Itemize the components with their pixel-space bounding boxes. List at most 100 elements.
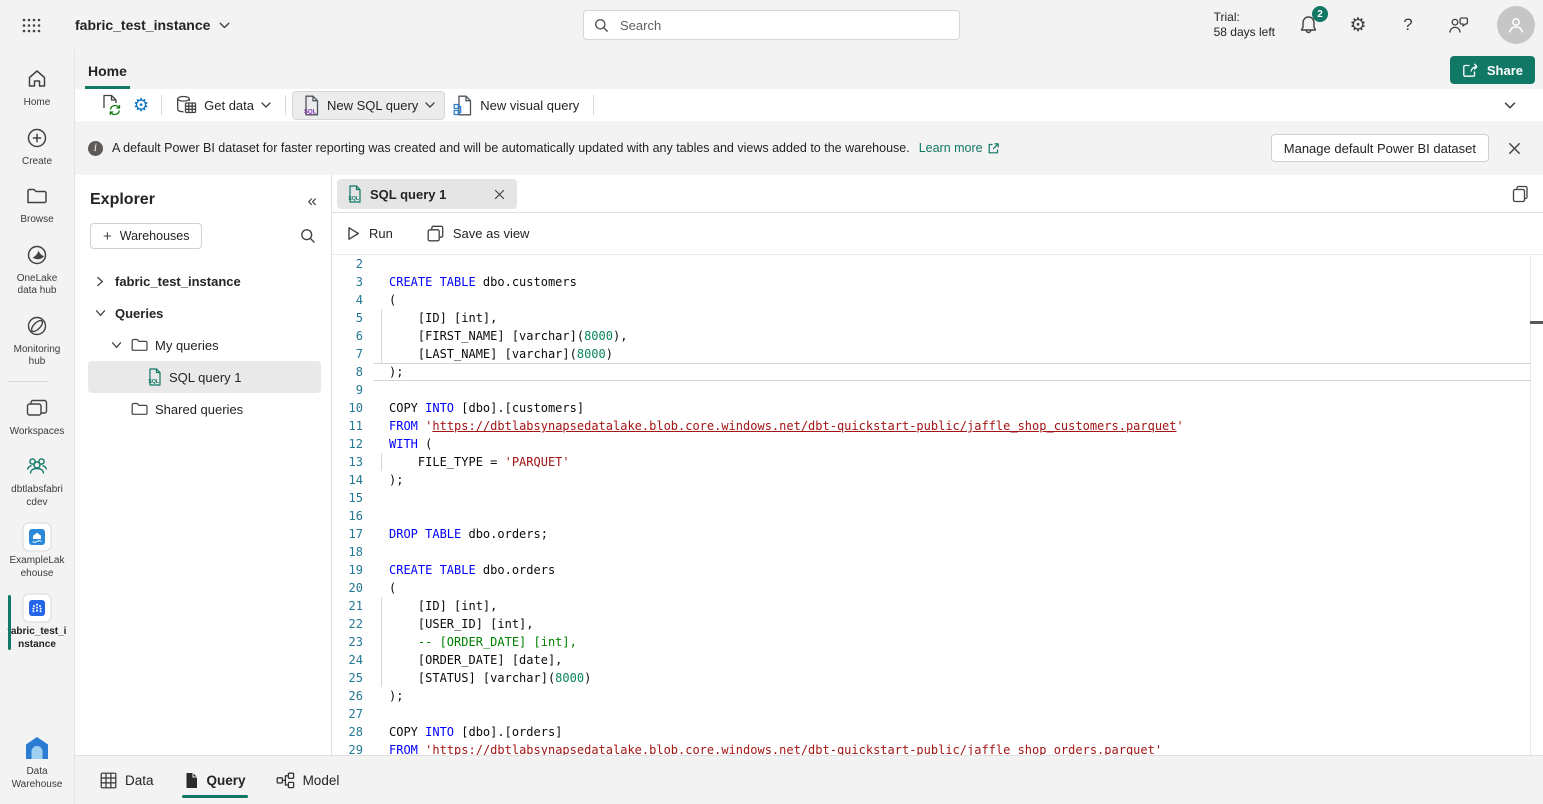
add-warehouses-button[interactable]: + Warehouses: [90, 223, 202, 249]
code-line-16[interactable]: 16: [332, 507, 1543, 525]
explorer-search-button[interactable]: [300, 228, 316, 244]
new-visual-query-label: New visual query: [480, 98, 579, 113]
code-line-10[interactable]: 10COPY INTO [dbo].[customers]: [332, 399, 1543, 417]
code-line-5[interactable]: 5 [ID] [int],: [332, 309, 1543, 327]
tab-sql-query-1[interactable]: SQL SQL query 1: [337, 179, 517, 209]
new-report-button[interactable]: [95, 91, 127, 119]
code-text: );: [389, 471, 403, 489]
gear-icon: ⚙: [1349, 16, 1366, 35]
line-number: 5: [332, 309, 363, 327]
code-line-29[interactable]: 29FROM 'https://dbtlabsynapsedatalake.bl…: [332, 741, 1543, 755]
sql-code-editor[interactable]: 23CREATE TABLE dbo.customers4(5 [ID] [in…: [332, 255, 1543, 755]
rail-item-data-warehouse[interactable]: DataWarehouse: [0, 727, 74, 798]
rail-item-workspaces[interactable]: Workspaces: [8, 387, 67, 446]
code-line-2[interactable]: 2: [332, 255, 1543, 273]
code-line-6[interactable]: 6 [FIRST_NAME] [varchar](8000),: [332, 327, 1543, 345]
view-tab-model[interactable]: Model: [276, 756, 340, 804]
lakehouse-tile-icon: [22, 524, 52, 550]
sql-file-icon: SQL: [147, 368, 162, 386]
workspace-switcher[interactable]: fabric_test_instance: [75, 17, 230, 33]
workspaces-icon: [26, 395, 48, 421]
code-text: [ORDER_DATE] [date],: [389, 651, 562, 669]
code-text: [FIRST_NAME] [varchar](8000),: [389, 327, 627, 345]
copy-button[interactable]: [1512, 185, 1529, 203]
feedback-button[interactable]: [1447, 14, 1469, 36]
settings-ribbon-button[interactable]: ⚙: [127, 93, 155, 117]
rail-item-browse[interactable]: Browse: [8, 175, 67, 234]
code-line-8[interactable]: 8);: [332, 363, 1543, 381]
waffle-menu-button[interactable]: [16, 10, 46, 40]
query-editor: SQL SQL query 1 Run Save as view: [332, 175, 1543, 755]
rail-item-label: ehouse: [21, 568, 54, 581]
tree-item-sql-query-1[interactable]: SQLSQL query 1: [88, 361, 321, 393]
learn-more-link[interactable]: Learn more: [919, 141, 1000, 155]
code-line-23[interactable]: 23 -- [ORDER_DATE] [int],: [332, 633, 1543, 651]
code-line-15[interactable]: 15: [332, 489, 1543, 507]
code-line-4[interactable]: 4(: [332, 291, 1543, 309]
code-line-22[interactable]: 22 [USER_ID] [int],: [332, 615, 1543, 633]
view-tab-label: Model: [303, 773, 340, 788]
rail-item-examplelakehouse[interactable]: ExampleLakehouse: [8, 516, 67, 587]
code-line-7[interactable]: 7 [LAST_NAME] [varchar](8000): [332, 345, 1543, 363]
code-line-12[interactable]: 12WITH (: [332, 435, 1543, 453]
line-number: 16: [332, 507, 363, 525]
code-line-3[interactable]: 3CREATE TABLE dbo.customers: [332, 273, 1543, 291]
new-sql-query-button[interactable]: SQL New SQL query: [292, 91, 445, 120]
code-line-28[interactable]: 28COPY INTO [dbo].[orders]: [332, 723, 1543, 741]
share-button[interactable]: Share: [1450, 56, 1535, 84]
collapse-panel-button[interactable]: «: [308, 192, 317, 209]
rail-item-onelake-data-hub[interactable]: OneLakedata hub: [8, 234, 67, 305]
rail-item-monitoring-hub[interactable]: Monitoringhub: [8, 305, 67, 376]
code-line-27[interactable]: 27: [332, 705, 1543, 723]
code-line-21[interactable]: 21 [ID] [int],: [332, 597, 1543, 615]
line-number: 18: [332, 543, 363, 561]
code-text: FROM 'https://dbtlabsynapsedatalake.blob…: [389, 741, 1162, 755]
scrollbar-thumb[interactable]: [1530, 321, 1543, 324]
search-input[interactable]: [618, 17, 949, 34]
rail-item-fabric-test-instance[interactable]: fabric_test_instance: [8, 587, 67, 658]
tree-item-fabric-test-instance[interactable]: fabric_test_instance: [88, 265, 321, 297]
code-line-14[interactable]: 14);: [332, 471, 1543, 489]
database-icon: [176, 95, 197, 115]
view-tab-query[interactable]: Query: [184, 756, 246, 804]
editor-tab-bar: SQL SQL query 1: [332, 175, 1543, 213]
rail-item-dbtlabsfabricdev[interactable]: dbtlabsfabricdev: [8, 445, 67, 516]
code-line-9[interactable]: 9: [332, 381, 1543, 399]
tree-item-my-queries[interactable]: My queries: [88, 329, 321, 361]
view-tab-data[interactable]: Data: [100, 756, 154, 804]
tab-home[interactable]: Home: [85, 57, 130, 89]
banner-close-button[interactable]: [1498, 142, 1530, 155]
code-line-25[interactable]: 25 [STATUS] [varchar](8000): [332, 669, 1543, 687]
rail-item-create[interactable]: Create: [8, 117, 67, 176]
help-button[interactable]: ?: [1397, 14, 1419, 36]
run-button[interactable]: Run: [347, 226, 393, 241]
trial-status: Trial: 58 days left: [1214, 10, 1275, 40]
new-visual-query-button[interactable]: New visual query: [445, 91, 587, 120]
tab-close-button[interactable]: [492, 187, 507, 202]
settings-button[interactable]: ⚙: [1347, 14, 1369, 36]
save-as-view-button[interactable]: Save as view: [427, 225, 530, 242]
code-line-18[interactable]: 18: [332, 543, 1543, 561]
chevron-down-icon[interactable]: [108, 341, 124, 349]
code-line-13[interactable]: 13 FILE_TYPE = 'PARQUET': [332, 453, 1543, 471]
tree-item-queries[interactable]: Queries: [88, 297, 321, 329]
manage-dataset-button[interactable]: Manage default Power BI dataset: [1271, 134, 1489, 162]
get-data-button[interactable]: Get data: [168, 91, 279, 119]
code-text: -- [ORDER_DATE] [int],: [389, 633, 577, 651]
notifications-button[interactable]: 2: [1297, 14, 1319, 36]
code-line-17[interactable]: 17DROP TABLE dbo.orders;: [332, 525, 1543, 543]
ribbon-collapse-button[interactable]: [1504, 102, 1516, 109]
chevron-right-icon[interactable]: [92, 276, 108, 287]
rail-item-label: hub: [29, 356, 46, 369]
code-line-11[interactable]: 11FROM 'https://dbtlabsynapsedatalake.bl…: [332, 417, 1543, 435]
code-line-20[interactable]: 20(: [332, 579, 1543, 597]
chevron-down-icon[interactable]: [92, 309, 108, 317]
code-line-26[interactable]: 26);: [332, 687, 1543, 705]
search-box[interactable]: [583, 10, 960, 40]
code-line-24[interactable]: 24 [ORDER_DATE] [date],: [332, 651, 1543, 669]
rail-item-home[interactable]: Home: [8, 58, 67, 117]
tree-item-shared-queries[interactable]: Shared queries: [88, 393, 321, 425]
account-avatar[interactable]: [1497, 6, 1535, 44]
chevron-down-icon: [1504, 102, 1516, 109]
code-line-19[interactable]: 19CREATE TABLE dbo.orders: [332, 561, 1543, 579]
